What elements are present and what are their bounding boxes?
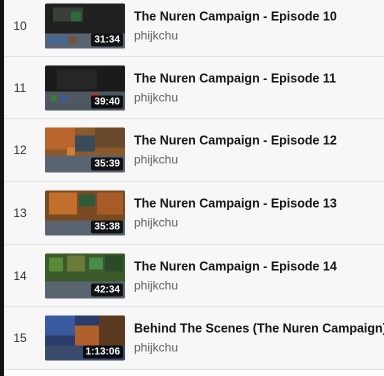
item-index: 15 [13,331,27,346]
video-title[interactable]: The Nuren Campaign - Episode 11 [134,70,382,86]
video-thumbnail[interactable]: 35:39 [45,127,125,173]
playlist-item[interactable]: 13 35:38 The Nuren Campaign - Episode 13… [4,182,384,245]
item-index: 12 [13,143,27,158]
item-index: 14 [13,268,27,283]
channel-name[interactable]: phijkchu [134,340,382,356]
duration-badge: 42:34 [91,283,123,297]
video-thumbnail[interactable]: 1:13:06 [45,315,125,361]
duration-badge: 1:13:06 [82,345,123,359]
video-thumbnail[interactable]: 39:40 [45,65,125,111]
video-title[interactable]: The Nuren Campaign - Episode 13 [134,195,382,211]
duration-badge: 39:40 [91,95,123,109]
playlist-item[interactable]: 11 39:40 The Nuren Campaign - Episode 11… [4,56,384,120]
channel-name[interactable]: phijkchu [134,214,382,230]
video-thumbnail[interactable]: 42:34 [45,253,125,299]
duration-badge: 35:39 [91,157,123,171]
video-thumbnail[interactable]: 31:34 [45,3,125,49]
channel-name[interactable]: phijkchu [134,89,382,105]
channel-name[interactable]: phijkchu [134,152,382,168]
duration-badge: 31:34 [91,33,123,47]
item-index: 11 [13,80,27,95]
video-title[interactable]: The Nuren Campaign - Episode 10 [134,9,382,25]
video-title[interactable]: The Nuren Campaign - Episode 14 [134,258,382,274]
item-index: 10 [13,19,27,34]
playlist-item[interactable]: 12 35:39 The Nuren Campaign - Episode 12… [4,119,384,183]
video-thumbnail[interactable]: 35:38 [45,190,125,236]
channel-name[interactable]: phijkchu [134,277,382,293]
playlist-item[interactable]: 15 1:13:06 Behind The Scenes (The Nuren … [4,307,384,371]
playlist-panel: 10 31:34 The Nuren Campaign - Episode 10… [4,0,384,371]
duration-badge: 35:38 [91,220,123,234]
playlist-item[interactable]: 10 31:34 The Nuren Campaign - Episode 10… [4,0,384,57]
video-title[interactable]: Behind The Scenes (The Nuren Campaign) [134,321,384,337]
video-title[interactable]: The Nuren Campaign - Episode 12 [134,133,382,149]
item-index: 13 [13,205,27,220]
playlist-item[interactable]: 14 42:34 The Nuren Campaign - Episode 14… [4,244,384,308]
channel-name[interactable]: phijkchu [134,28,382,44]
